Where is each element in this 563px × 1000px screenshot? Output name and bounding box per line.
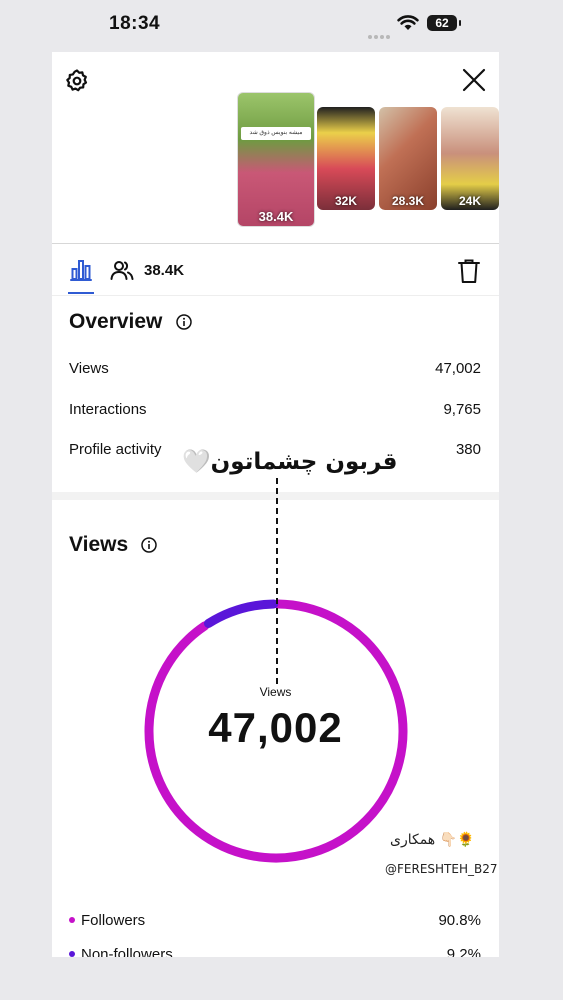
- donut-center-label: Views: [259, 685, 292, 699]
- legend-followers: Followers: [69, 912, 145, 929]
- status-bar: 18:34 62: [0, 0, 563, 50]
- metric-label-views: Views: [69, 360, 109, 377]
- views-title: Views: [69, 533, 129, 556]
- overview-title: Overview: [69, 310, 163, 333]
- followers-count: 38.4K: [144, 262, 185, 279]
- collab-watermark: همکاری 👇🏻🌻: [390, 832, 475, 848]
- status-time: 18:34: [109, 13, 161, 34]
- legend-value-followers: 90.8%: [438, 912, 481, 929]
- active-tab-indicator: [68, 292, 94, 294]
- reel-banner-text: میشه بنویس ذوق شد: [241, 127, 311, 140]
- trash-icon[interactable]: [457, 258, 481, 284]
- donut-center-value: 47,002: [208, 704, 343, 751]
- legend-non-followers: Non-followers: [69, 946, 173, 957]
- legend-label: Followers: [81, 912, 146, 929]
- legend-dot: [69, 917, 75, 924]
- reel-thumbnail[interactable]: 28.3K: [379, 107, 437, 210]
- story-caption-overlay: قربون چشماتون🤍: [182, 449, 398, 475]
- legend-dot: [69, 951, 75, 957]
- people-icon[interactable]: [110, 258, 134, 282]
- insights-tab-bar: 38.4K: [52, 243, 499, 296]
- metric-label-interactions: Interactions: [69, 401, 147, 418]
- battery-indicator: 62: [427, 15, 461, 31]
- username-watermark: @FERESHTEH_B27: [385, 862, 498, 876]
- wifi-icon: [397, 15, 419, 30]
- metric-label-profile-activity: Profile activity: [69, 441, 162, 458]
- gear-icon[interactable]: [64, 68, 90, 94]
- reel-view-count: 24K: [458, 194, 481, 208]
- reel-view-count: 38.4K: [258, 209, 294, 224]
- legend-value-non-followers: 9.2%: [446, 946, 481, 957]
- info-icon[interactable]: [141, 537, 157, 553]
- reel-view-count: 32K: [334, 194, 357, 208]
- donut-slice-non-followers: [203, 599, 279, 628]
- metric-value-profile-activity: 380: [455, 441, 481, 458]
- info-icon[interactable]: [176, 314, 192, 330]
- reel-thumbnail[interactable]: 24K: [441, 107, 499, 210]
- reel-thumbnail[interactable]: میشه بنویس ذوق شد 38.4K: [237, 92, 315, 227]
- reel-view-count: 28.3K: [391, 194, 425, 208]
- metric-value-views: 47,002: [435, 360, 481, 377]
- metric-value-interactions: 9,765: [443, 401, 481, 418]
- cellular-signal-icon: [368, 26, 392, 44]
- dashed-pointer-line: [276, 478, 278, 684]
- close-icon[interactable]: [461, 67, 487, 93]
- legend-label: Non-followers: [81, 946, 173, 957]
- reel-thumbnail[interactable]: 32K: [317, 107, 375, 210]
- bar-chart-icon[interactable]: [69, 258, 93, 282]
